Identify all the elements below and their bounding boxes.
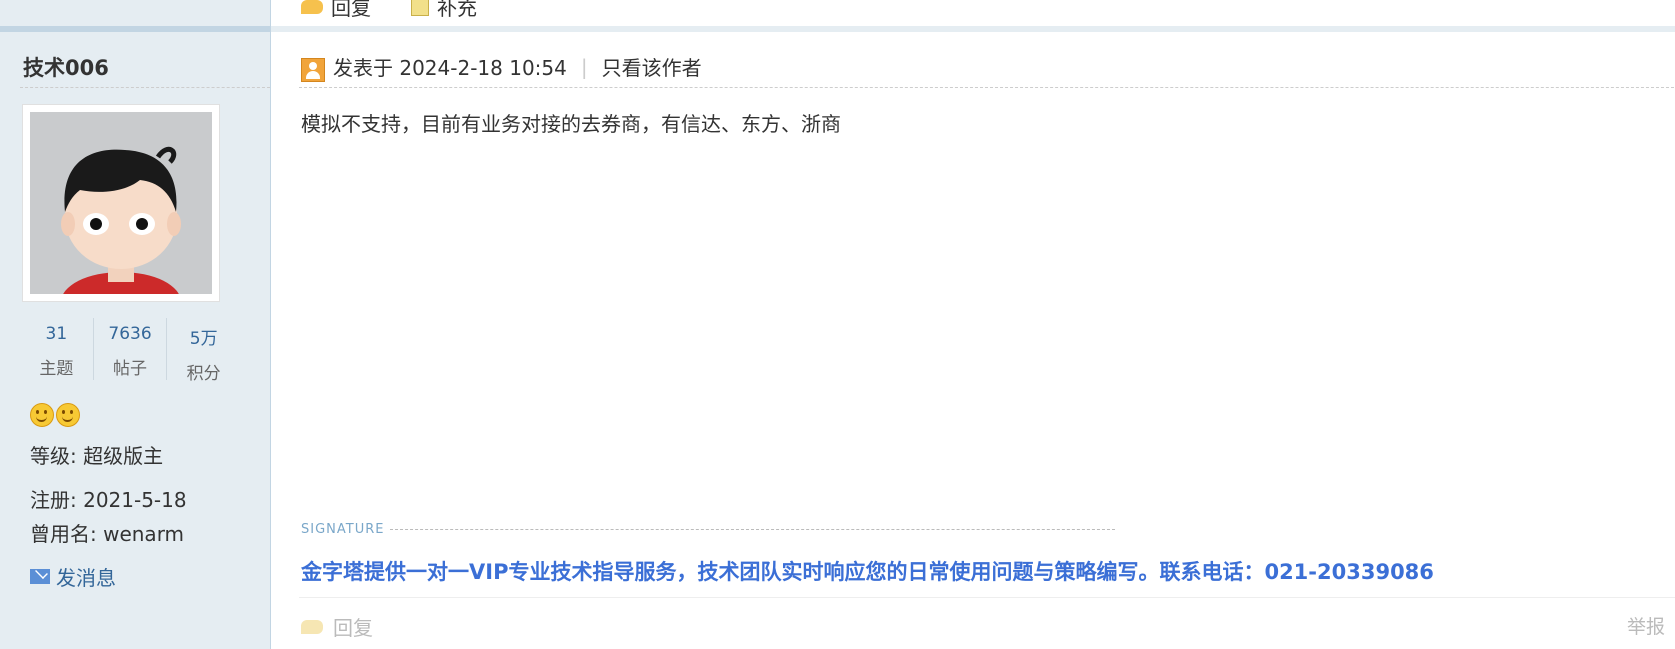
avatar-image	[30, 112, 212, 294]
stat-label: 帖子	[113, 359, 147, 379]
author-sidebar: 技术006 31 主题 7636 帖子 5万 积分 等级: 超级版主 注册: 2…	[0, 0, 271, 649]
divider	[20, 87, 270, 88]
reply-icon	[301, 619, 323, 634]
signature-divider	[390, 529, 1116, 530]
divider	[299, 87, 1675, 88]
reply-label: 回复	[333, 616, 373, 640]
sidebar-top-bar	[0, 26, 270, 32]
signature-header: SIGNATURE	[301, 522, 1116, 537]
author-registered: 注册: 2021-5-18	[30, 488, 187, 512]
medal-list	[30, 403, 80, 427]
stat-posts[interactable]: 7636 帖子	[92, 318, 167, 380]
signature-label: SIGNATURE	[301, 522, 385, 537]
author-stats: 31 主题 7636 帖子 5万 积分	[20, 318, 240, 384]
stat-label: 积分	[186, 364, 221, 384]
avatar[interactable]	[22, 104, 220, 302]
reply-button[interactable]: 回复	[301, 612, 373, 641]
stat-label: 主题	[39, 359, 74, 379]
smiley-medal-icon	[56, 403, 80, 427]
previous-post-actions: 回复 补充	[301, 0, 477, 21]
signature-text: 金字塔提供一对一VIP专业技术指导服务，技术团队实时响应您的日常使用问题与策略编…	[301, 560, 1434, 584]
post-body: 模拟不支持，目前有业务对接的去券商，有信达、东方、浙商	[301, 112, 841, 136]
note-icon	[411, 0, 429, 16]
supplement-label: 补充	[437, 0, 477, 20]
meta-separator: |	[580, 54, 588, 79]
mail-icon	[30, 569, 50, 584]
stat-number: 7636	[108, 324, 152, 344]
author-only-link[interactable]: 只看该作者	[602, 52, 702, 81]
post-content: 回复 补充 发表于 2024-2-18 10:54 | 只看该作者 模拟不支持，…	[271, 0, 1675, 649]
send-message-label: 发消息	[56, 566, 116, 590]
reply-icon	[301, 0, 323, 14]
stat-points[interactable]: 5万 积分	[166, 318, 240, 384]
divider	[299, 597, 1675, 598]
post-top-bar	[271, 26, 1675, 32]
author-name[interactable]: 技术006	[23, 52, 109, 82]
previous-reply-button[interactable]: 回复	[301, 0, 371, 21]
supplement-button[interactable]: 补充	[411, 0, 477, 21]
post-meta: 发表于 2024-2-18 10:54 | 只看该作者	[333, 52, 702, 81]
user-online-icon	[301, 58, 325, 82]
post-timestamp: 发表于 2024-2-18 10:54	[333, 56, 567, 80]
author-alias: 曾用名: wenarm	[30, 522, 185, 546]
previous-reply-label: 回复	[331, 0, 371, 20]
stat-number: 5万	[189, 329, 218, 349]
stat-number: 31	[45, 324, 68, 344]
stat-topics[interactable]: 31 主题	[20, 318, 93, 380]
author-level: 等级: 超级版主	[30, 444, 164, 468]
report-link[interactable]: 举报	[1627, 612, 1665, 639]
smiley-medal-icon	[30, 403, 54, 427]
send-message-link[interactable]: 发消息	[30, 562, 116, 591]
